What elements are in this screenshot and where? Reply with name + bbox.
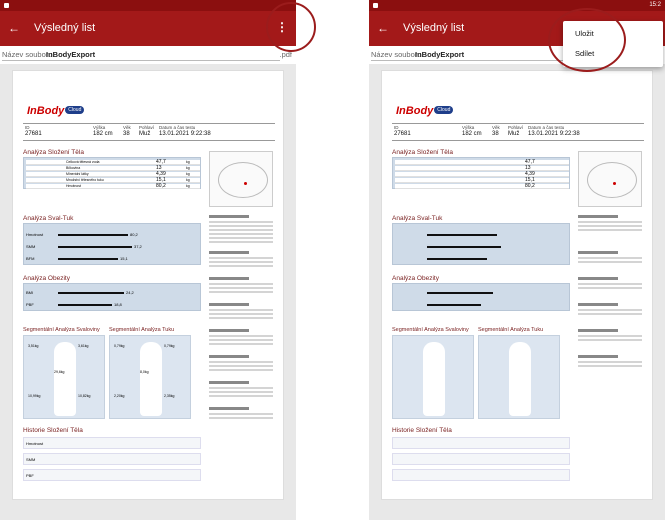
inbody-logo: InBody Cloud	[396, 101, 456, 121]
segmental-fat-figure: 0,79kg 0,79kg 8,0kg 2,20kg 2,35kg	[109, 335, 191, 419]
section-segmental-muscle: Segmentální Analýza Svaloviny	[392, 327, 469, 333]
body-composition-table: 47,7 13 4,39 15,1 80,2	[392, 157, 570, 189]
section-history: Historie Složení Těla	[392, 427, 452, 434]
status-time: 15:2	[649, 2, 661, 8]
report-preview[interactable]: InBody Cloud ID 27681 Výška 182 cm Věk 38 Po…	[381, 70, 653, 500]
section-muscle-fat: Analýza Sval-Tuk	[392, 215, 443, 222]
back-arrow-icon[interactable]: ←	[377, 20, 389, 36]
id-table: ID 27681 Výška 182 cm Věk 38 Pohlaví Muž Dat…	[392, 123, 644, 141]
screen-after: 15:2 ← Výsledný list Název souboru: InBo…	[369, 0, 665, 520]
id-table: ID 27681 Výška 182 cm Věk 38 Pohlaví Muž Dat…	[23, 123, 275, 141]
history-row-pbf: PBF	[23, 469, 201, 481]
file-name-value[interactable]: InBodyExport	[46, 46, 95, 64]
inbody-logo: InBody Cloud	[27, 101, 87, 121]
body-composition-table: Celková tělesná voda 47,7 kg Bílkovina 13 kg…	[23, 157, 201, 189]
notification-icon	[373, 3, 378, 8]
section-segmental-muscle: Segmentální Analýza Svaloviny	[23, 327, 100, 333]
section-muscle-fat: Analýza Sval-Tuk	[23, 215, 74, 222]
file-name-value[interactable]: InBodyExport	[415, 46, 464, 64]
highlight-circle-more-button	[266, 2, 316, 52]
history-row-smm: SMM	[23, 453, 201, 465]
notification-icon	[4, 3, 9, 8]
history-row-weight	[392, 437, 570, 449]
muscle-fat-chart: Hmotnost 80,2 SMM 37,2 BFM 15,1	[23, 223, 201, 265]
status-bar: 15:2	[369, 0, 665, 11]
section-obesity: Analýza Obezity	[392, 275, 439, 282]
screen-before: ← Výsledný list ⋮ Název souboru: InBodyE…	[0, 0, 296, 520]
segmental-muscle-figure	[392, 335, 474, 419]
section-history: Historie Složení Těla	[23, 427, 83, 434]
body-type-graph	[578, 151, 642, 207]
segmental-muscle-figure: 3,51kg 3,61kg 29,6kg 10,99kg 10,82kg	[23, 335, 105, 419]
muscle-fat-chart	[392, 223, 570, 265]
history-row-smm	[392, 453, 570, 465]
section-segmental-fat: Segmentální Analýza Tuku	[478, 327, 544, 333]
file-name-underline	[2, 60, 280, 61]
status-bar	[0, 0, 296, 11]
file-name-field[interactable]: Název souboru: InBodyExport .pdf	[0, 46, 296, 64]
section-body-composition: Analýza Složení Těla	[392, 149, 453, 156]
app-bar: ← Výsledný list ⋮	[0, 11, 296, 46]
page-title: Výsledný list	[403, 22, 465, 34]
back-arrow-icon[interactable]: ←	[8, 20, 20, 36]
page-title: Výsledný list	[34, 22, 96, 34]
report-preview[interactable]: InBody Cloud ID 27681 Výška 182 cm Věk 38 Po…	[12, 70, 284, 500]
history-row-weight: Hmotnost	[23, 437, 201, 449]
segmental-fat-figure	[478, 335, 560, 419]
body-type-graph	[209, 151, 273, 207]
section-body-composition: Analýza Složení Těla	[23, 149, 84, 156]
section-segmental-fat: Segmentální Analýza Tuku	[109, 327, 175, 333]
obesity-chart	[392, 283, 570, 311]
history-row-pbf	[392, 469, 570, 481]
highlight-circle-menu	[548, 8, 626, 72]
obesity-chart: BMI 24,2 PBF 18,8	[23, 283, 201, 311]
section-obesity: Analýza Obezity	[23, 275, 70, 282]
